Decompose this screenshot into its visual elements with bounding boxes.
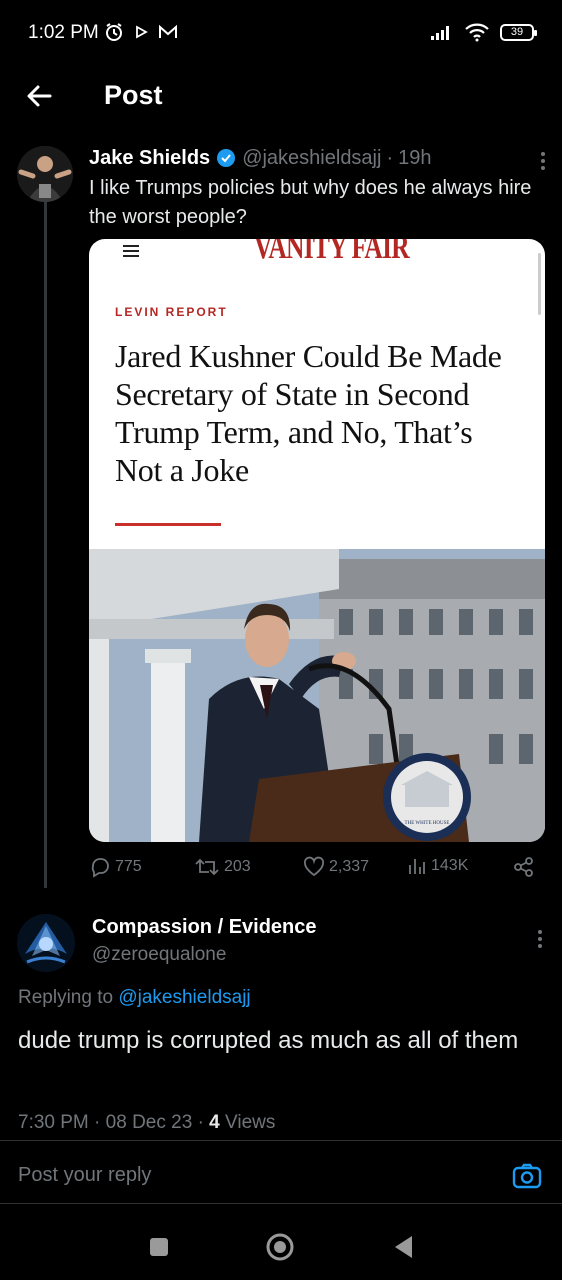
tweet-time: 19h [398,146,432,169]
reply-count: 775 [115,858,142,875]
circle-home-icon [266,1233,294,1261]
camera-button[interactable] [512,1162,542,1195]
tweet-header: Jake Shields @jakeshieldsajj · 19h [89,144,547,172]
main-tweet[interactable]: Jake Shields @jakeshieldsajj · 19h I lik… [89,144,547,232]
status-icons-left [104,22,178,42]
share-button[interactable] [513,856,535,878]
reply-meta: 7:30 PM · 08 Dec 23 · 4 Views [18,1112,275,1134]
tweet-actions: 775 203 2,337 143K [89,856,545,888]
system-back-button[interactable] [392,1234,414,1265]
share-icon [514,857,533,877]
verified-badge-icon [217,149,236,167]
more-vertical-icon [538,930,542,948]
status-bar: 1:02 PM 39 [0,0,562,66]
reply-input[interactable]: Post your reply [18,1164,151,1187]
reply-avatar-image [17,914,75,972]
hamburger-menu-icon [123,245,139,257]
publication-logo: VANITY FAIR [254,239,410,266]
arrow-left-icon [27,85,52,107]
reply-author-handle[interactable]: @zeroequalone [92,944,226,966]
separator-dot: · [94,1112,101,1133]
separator-dot: · [386,146,394,169]
like-button[interactable]: 2,337 [303,856,369,878]
status-icons-right: 39 [430,22,537,42]
more-vertical-icon [541,152,545,170]
replying-to-mention[interactable]: @jakeshieldsajj [118,987,250,1008]
home-button[interactable] [265,1232,295,1267]
recents-button[interactable] [148,1236,170,1263]
avatar[interactable] [17,146,73,202]
podium-seal-text: THE WHITE HOUSE [405,821,450,826]
tweet-media-image[interactable]: VANITY FAIR LEVIN REPORT Jared Kushner C… [89,239,545,842]
article-scrollbar [538,253,541,315]
author-name[interactable]: Jake Shields [89,147,210,170]
views-count: 143K [431,857,469,874]
camera-icon [512,1163,542,1189]
reply-more-options-button[interactable] [536,928,544,955]
article-topbar: VANITY FAIR [89,239,545,279]
reply-time: 7:30 PM [18,1112,89,1133]
replying-to: Replying to @jakeshieldsajj [18,987,251,1009]
reply-views-label: Views [225,1112,276,1133]
article-kicker: LEVIN REPORT [115,305,228,319]
repost-button[interactable]: 203 [194,856,251,878]
article-photo: THE WHITE HOUSE [89,549,545,842]
more-options-button[interactable] [539,150,547,177]
like-count: 2,337 [329,858,370,875]
wifi-icon [465,23,489,42]
divider [0,1140,562,1141]
heart-icon [303,856,325,877]
views-button[interactable]: 143K [407,856,468,876]
battery-icon: 39 [500,23,537,41]
header: Post [0,66,562,130]
reply-icon [91,858,109,878]
tweet-text: I like Trumps policies but why does he a… [89,177,532,228]
play-icon [136,25,148,39]
page-title: Post [104,80,163,110]
reply-views-count[interactable]: 4 [209,1112,220,1133]
back-button[interactable] [22,78,58,114]
article-headline: Jared Kushner Could Be Made Secretary of… [115,338,502,488]
signal-icon [431,26,449,40]
article-rule [115,523,221,526]
avatar-image [17,146,73,202]
reply-button[interactable]: 775 [89,856,142,878]
repost-count: 203 [224,858,251,875]
thread-line [44,200,47,888]
divider [0,1203,562,1204]
replying-prefix: Replying to [18,987,114,1008]
system-nav-bar [0,1218,562,1280]
reply-avatar[interactable] [17,914,75,972]
triangle-back-icon [395,1236,412,1258]
alarm-icon [106,23,122,41]
reply-text: dude trump is corrupted as much as all o… [18,1027,519,1054]
repost-icon [195,858,219,876]
gmail-icon [159,24,177,38]
author-handle[interactable]: @jakeshieldsajj [242,147,381,170]
status-time: 1:02 PM [28,22,99,43]
separator-dot: · [197,1112,204,1133]
reply-author-name[interactable]: Compassion / Evidence [92,916,317,939]
views-chart-icon [409,859,425,874]
square-icon [150,1238,168,1256]
reply-date: 08 Dec 23 [105,1112,193,1133]
